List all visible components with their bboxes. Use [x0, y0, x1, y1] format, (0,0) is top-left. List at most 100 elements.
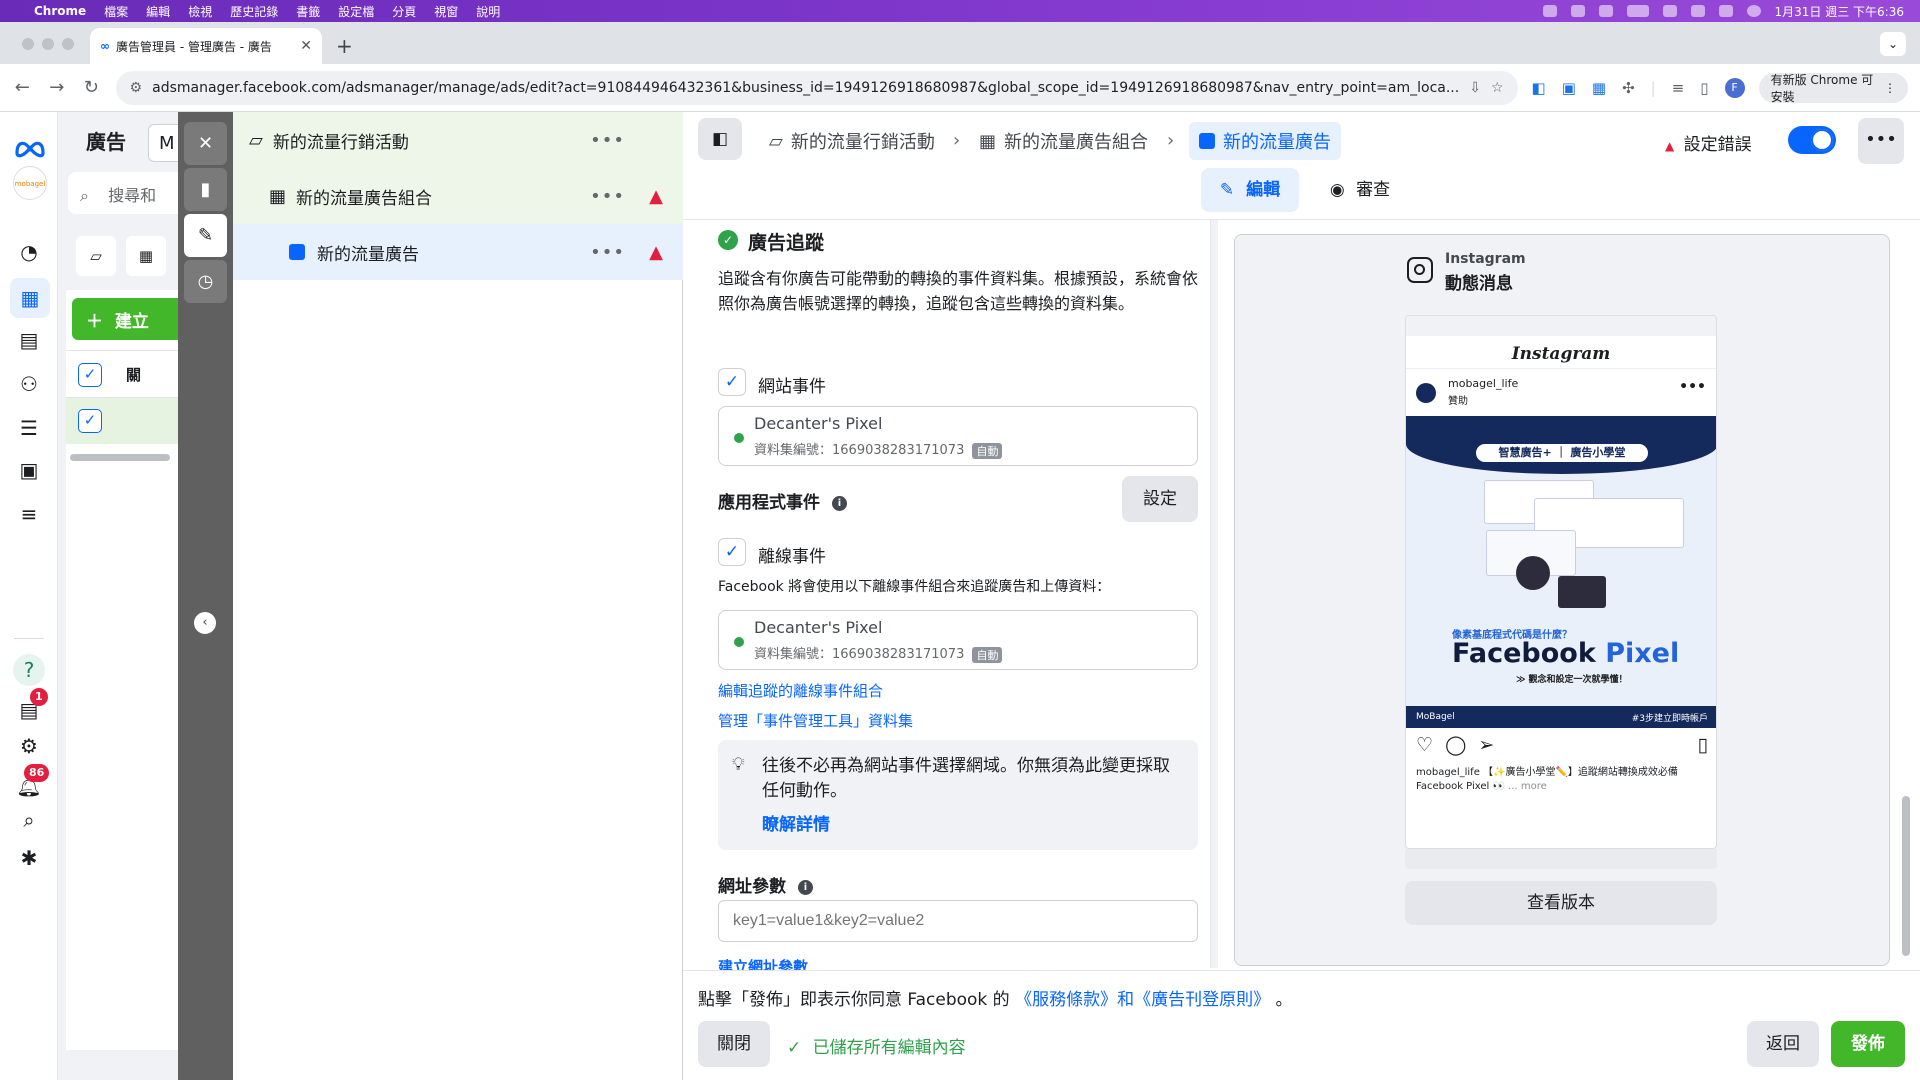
- setup-error-indicator[interactable]: ▲ 設定錯誤: [1665, 130, 1752, 155]
- menu-view[interactable]: 檢視: [188, 3, 212, 20]
- menu-history[interactable]: 歷史記錄: [230, 3, 278, 20]
- row-checkbox[interactable]: ✓: [78, 409, 102, 433]
- view-versions-button[interactable]: 查看版本: [1405, 881, 1717, 925]
- build-url-params-link[interactable]: 建立網址參數: [718, 956, 808, 970]
- new-tab-button[interactable]: +: [336, 34, 353, 58]
- folder-filter-button[interactable]: ▱: [76, 236, 116, 276]
- reading-list-icon[interactable]: ≡: [1672, 79, 1685, 97]
- publish-button[interactable]: 發佈: [1831, 1021, 1905, 1067]
- edit-pencil-icon[interactable]: ✎: [184, 214, 227, 257]
- menu-edit[interactable]: 編輯: [146, 3, 170, 20]
- info-icon[interactable]: i: [797, 879, 813, 895]
- offline-events-checkbox[interactable]: ✓: [718, 538, 746, 566]
- report-bug-icon[interactable]: ✱: [15, 844, 43, 872]
- menu-chrome[interactable]: Chrome: [34, 4, 86, 18]
- create-button[interactable]: ＋ 建立: [72, 298, 192, 340]
- ad-more-icon[interactable]: •••: [590, 242, 625, 263]
- close-tab-icon[interactable]: ✕: [300, 38, 312, 54]
- battery-icon[interactable]: [1626, 5, 1649, 17]
- breadcrumb-ad[interactable]: 新的流量廣告: [1189, 122, 1341, 160]
- manage-datasets-link[interactable]: 管理「事件管理工具」資料集: [718, 710, 913, 731]
- url-text[interactable]: adsmanager.facebook.com/adsmanager/manag…: [152, 80, 1459, 96]
- menu-profiles[interactable]: 設定檔: [338, 3, 374, 20]
- grid-view-button[interactable]: ▦: [126, 236, 166, 276]
- minimize-window-button[interactable]: [42, 38, 54, 50]
- install-app-icon[interactable]: ⇩: [1469, 80, 1481, 96]
- edit-offline-events-link[interactable]: 編輯追蹤的離線事件組合: [718, 680, 883, 701]
- text-input-icon[interactable]: [1598, 5, 1613, 17]
- wifi-icon[interactable]: [1662, 5, 1677, 17]
- address-bar[interactable]: ⚙ adsmanager.facebook.com/adsmanager/man…: [115, 70, 1518, 105]
- forward-icon[interactable]: →: [47, 77, 68, 98]
- close-button[interactable]: 關閉: [698, 1021, 770, 1067]
- menu-bookmarks[interactable]: 書籤: [296, 3, 320, 20]
- ad-active-toggle[interactable]: [1788, 126, 1836, 154]
- menu-file[interactable]: 檔案: [104, 3, 128, 20]
- campaign-search-input[interactable]: ⌕ 搜尋和: [68, 172, 188, 214]
- account-avatar[interactable]: mobagel: [13, 166, 47, 200]
- chrome-update-button[interactable]: 有新版 Chrome 可安裝 ⋮: [1758, 72, 1908, 104]
- menu-tab[interactable]: 分頁: [392, 3, 416, 20]
- app-events-setup-button[interactable]: 設定: [1122, 476, 1198, 522]
- close-window-button[interactable]: [22, 38, 34, 50]
- spotlight-icon[interactable]: [1690, 5, 1705, 17]
- table-row-selected[interactable]: ✓: [66, 398, 178, 444]
- campaigns-table-icon[interactable]: ▦: [10, 278, 50, 318]
- help-icon[interactable]: ?: [13, 654, 45, 686]
- campaign-more-icon[interactable]: •••: [590, 130, 625, 151]
- offline-pixel-selector[interactable]: Decanter's Pixel 資料集編號：1669038283171073 …: [718, 610, 1198, 670]
- tab-review[interactable]: ◉ 審查: [1315, 168, 1405, 212]
- messenger-status-icon[interactable]: [1542, 5, 1557, 17]
- meta-logo-icon[interactable]: [14, 138, 46, 158]
- back-button[interactable]: 返回: [1747, 1021, 1819, 1067]
- tab-search-button[interactable]: ⌄: [1880, 32, 1906, 56]
- browser-tab-active[interactable]: ∞ 廣告管理員 - 管理廣告 - 廣告 ✕: [90, 28, 322, 64]
- select-all-checkbox[interactable]: ✓: [78, 363, 102, 387]
- side-panel-icon[interactable]: ▯: [1700, 79, 1708, 97]
- profile-avatar[interactable]: F: [1724, 77, 1745, 98]
- website-pixel-selector[interactable]: Decanter's Pixel 資料集編號：1669038283171073 …: [718, 406, 1198, 466]
- breadcrumb-campaign[interactable]: ▱ 新的流量行銷活動: [769, 122, 935, 160]
- dashboard-icon[interactable]: ◔: [15, 238, 43, 266]
- breadcrumb-adset[interactable]: ▦ 新的流量廣告組合: [979, 122, 1148, 160]
- tab-edit[interactable]: ✎ 編輯: [1201, 168, 1299, 212]
- collapse-panel-button[interactable]: ‹: [194, 612, 216, 634]
- terms-links[interactable]: 《服務條款》和《廣告刊登原則》: [1015, 990, 1270, 1010]
- media-status-icon[interactable]: [1570, 5, 1585, 17]
- horizontal-scrollbar[interactable]: [70, 454, 170, 461]
- extension-1-icon[interactable]: ◧: [1532, 79, 1546, 97]
- adset-more-icon[interactable]: •••: [590, 186, 625, 207]
- tree-adset-row[interactable]: ▦ 新的流量廣告組合 ••• ▲: [233, 168, 683, 224]
- all-tools-menu-icon[interactable]: ≡: [15, 500, 43, 528]
- siri-icon[interactable]: [1746, 5, 1761, 17]
- settings-gear-icon[interactable]: ⚙: [15, 732, 43, 760]
- tree-campaign-row[interactable]: ▱ 新的流量行銷活動 •••: [233, 112, 683, 168]
- url-params-input[interactable]: [718, 900, 1198, 942]
- site-info-icon[interactable]: ⚙: [130, 80, 143, 96]
- form-scrollbar[interactable]: [1210, 220, 1218, 968]
- extension-3-icon[interactable]: ▦: [1592, 79, 1606, 97]
- menu-window[interactable]: 視窗: [434, 3, 458, 20]
- back-icon[interactable]: ←: [12, 77, 33, 98]
- website-events-checkbox[interactable]: ✓: [718, 368, 746, 396]
- extensions-puzzle-icon[interactable]: ✣: [1622, 79, 1635, 97]
- learn-more-link[interactable]: 瞭解詳情: [762, 810, 830, 835]
- charts-icon[interactable]: ▮: [184, 168, 227, 211]
- history-clock-icon[interactable]: ◷: [184, 260, 227, 303]
- reports-icon[interactable]: ▤: [15, 326, 43, 354]
- translate-extension-icon[interactable]: ▣: [1562, 79, 1576, 97]
- zoom-window-button[interactable]: [62, 38, 74, 50]
- reload-icon[interactable]: ↻: [81, 77, 102, 98]
- preview-scrollbar-thumb[interactable]: [1902, 796, 1910, 956]
- audiences-icon[interactable]: ⚇: [15, 370, 43, 398]
- billing-icon[interactable]: ☰: [15, 414, 43, 442]
- toggle-sidebar-button[interactable]: ◧: [698, 118, 742, 160]
- close-edit-panel-button[interactable]: ✕: [184, 122, 227, 165]
- media-library-icon[interactable]: ▣: [15, 456, 43, 484]
- search-icon[interactable]: ⌕: [15, 806, 43, 834]
- info-icon[interactable]: i: [831, 495, 847, 511]
- header-more-button[interactable]: •••: [1858, 118, 1904, 164]
- bookmark-star-icon[interactable]: ☆: [1491, 80, 1504, 96]
- menu-help[interactable]: 說明: [476, 3, 500, 20]
- tree-ad-row[interactable]: 新的流量廣告 ••• ▲: [233, 224, 683, 280]
